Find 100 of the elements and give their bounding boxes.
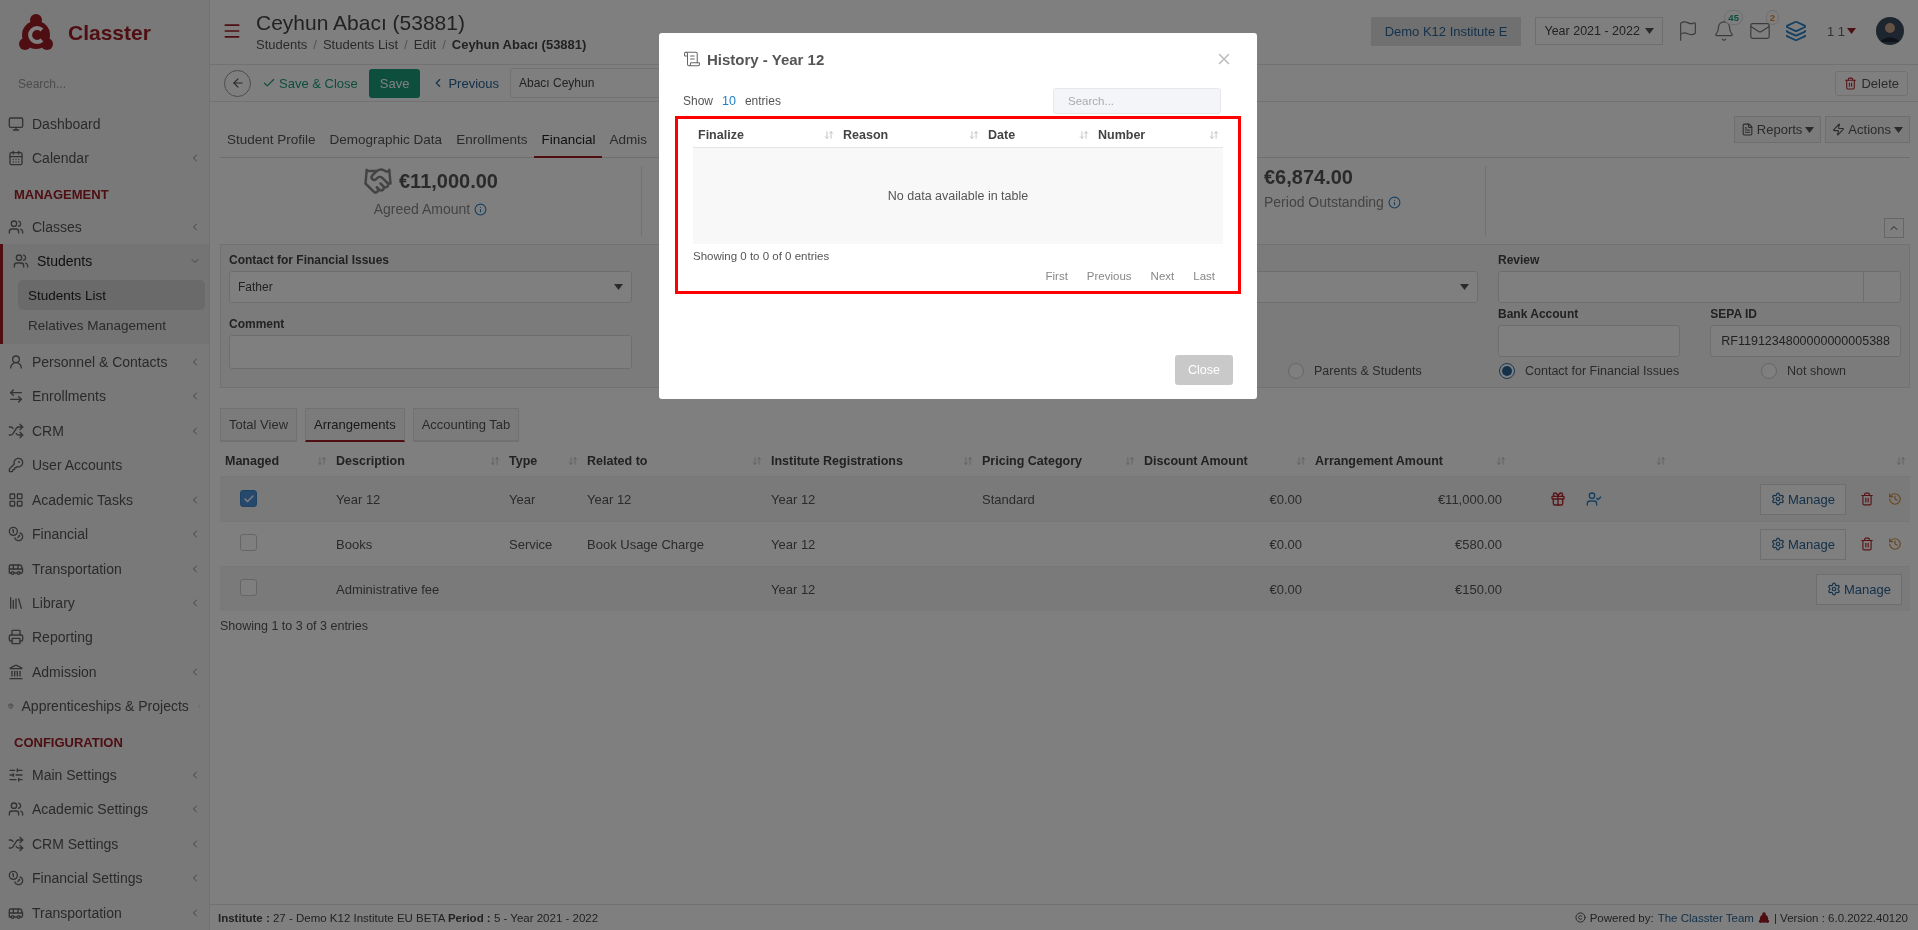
sidebar-subitem[interactable]: Relatives Management (18, 310, 205, 341)
info-icon[interactable] (474, 202, 488, 216)
column-header[interactable]: Date (988, 128, 1016, 142)
sidebar-item[interactable]: Financial (0, 516, 209, 552)
caret-icon (1847, 28, 1856, 34)
amount-value: €11,000.00 (399, 169, 498, 193)
column-header[interactable]: Description (336, 454, 405, 468)
history-icon[interactable] (1888, 492, 1902, 506)
column-header[interactable]: Managed (225, 454, 280, 468)
avatar[interactable] (1876, 17, 1904, 45)
column-header[interactable]: Discount Amount (1144, 454, 1248, 468)
column-header[interactable]: Pricing Category (982, 454, 1083, 468)
tab[interactable]: Student Profile (220, 124, 323, 158)
sidebar-item[interactable]: User Accounts (0, 447, 209, 483)
institute-button[interactable]: Demo K12 Institute E (1370, 16, 1522, 46)
shuffle-icon (8, 422, 24, 439)
layers-icon[interactable] (1784, 20, 1807, 42)
previous-button[interactable]: Previous (428, 75, 502, 91)
user-menu[interactable]: 1 1 (1820, 22, 1862, 40)
bell-icon[interactable] (1712, 20, 1735, 42)
page-size-select[interactable]: 10 (722, 94, 736, 108)
column-header[interactable]: Reason (843, 128, 889, 142)
sidebar-item[interactable]: Dashboard (0, 106, 209, 142)
checkbox[interactable] (240, 534, 257, 551)
menu-icon[interactable] (222, 21, 242, 41)
breadcrumb-item[interactable]: Students List (322, 36, 399, 52)
tab[interactable]: Enrollments (449, 124, 535, 158)
info-icon[interactable] (1387, 195, 1401, 209)
tab[interactable]: Admis (602, 124, 654, 158)
column-header[interactable]: Related to (587, 454, 648, 468)
sidebar-item[interactable]: Financial Settings (0, 861, 209, 896)
sidebar-item[interactable]: Academic Settings (0, 792, 209, 827)
checkbox[interactable] (240, 490, 257, 508)
delete-button[interactable]: Delete (1835, 70, 1908, 96)
breadcrumb-item[interactable]: Students (256, 36, 308, 52)
person-check-icon[interactable] (1586, 491, 1602, 507)
trash-icon[interactable] (1860, 492, 1874, 506)
radio-option[interactable]: Parents & Students (1288, 363, 1499, 379)
breadcrumb-item[interactable]: Edit (413, 36, 437, 52)
grid-icon (8, 491, 24, 508)
sidebar-subitem[interactable]: Students List (18, 280, 205, 311)
tab[interactable]: Arrangements (305, 408, 405, 442)
brand-name: Classter (68, 20, 151, 45)
sidebar-item[interactable]: Main Settings (0, 757, 209, 793)
manage-button[interactable]: Manage (1760, 483, 1846, 515)
sidebar-item[interactable]: Admission (0, 654, 209, 690)
gear-icon (1771, 492, 1785, 506)
column-header[interactable]: Number (1098, 128, 1146, 142)
breadcrumb-separator: / (404, 36, 408, 52)
column-header[interactable]: Type (509, 454, 538, 468)
sidebar-item[interactable]: Library (0, 585, 209, 621)
tab[interactable]: Total View (220, 408, 297, 442)
tab[interactable]: Financial (534, 124, 603, 158)
sidebar-item[interactable]: Classes (0, 209, 209, 244)
logo-icon (18, 12, 54, 53)
radio-button[interactable] (1499, 363, 1515, 379)
arrows-icon (8, 388, 24, 405)
sidebar-item[interactable]: Personnel & Contacts (0, 344, 209, 379)
gift-icon[interactable] (1550, 491, 1566, 507)
save-close-button[interactable]: Save & Close (259, 75, 361, 91)
sidebar-item[interactable]: Academic Tasks (0, 482, 209, 517)
collapse-button[interactable] (1884, 218, 1904, 238)
column-header[interactable]: Finalize (698, 128, 744, 142)
tab[interactable]: Accounting Tab (412, 408, 520, 442)
sepa-id-field[interactable]: RF1191234800000000005388 (1710, 325, 1901, 357)
back-button[interactable] (224, 69, 251, 97)
printer-icon (8, 629, 24, 646)
sidebar-item[interactable]: Reporting (0, 620, 209, 655)
reports-button[interactable]: Reports (1733, 116, 1822, 143)
sidebar-item[interactable]: Transportation (0, 895, 209, 930)
sidebar-item[interactable]: CRM (0, 413, 209, 448)
manage-button[interactable]: Manage (1760, 528, 1846, 560)
version-text: | Version : 6.0.2022.40120 (1773, 911, 1908, 924)
save-button[interactable]: Save (368, 68, 421, 98)
sort-icon (568, 456, 578, 466)
checkbox[interactable] (240, 579, 257, 596)
mail-icon[interactable] (1748, 20, 1771, 42)
trash-icon[interactable] (1860, 537, 1874, 551)
radio-option[interactable]: Not shown (1761, 363, 1901, 379)
table-cell-text: Year 12 (770, 536, 817, 552)
year-dropdown[interactable]: Year 2021 - 2022 (1535, 17, 1663, 45)
breadcrumb-item[interactable]: Ceyhun Abacı (53881) (451, 36, 587, 52)
radio-option[interactable]: Contact for Financial Issues (1499, 363, 1761, 379)
sidebar-item[interactable]: Students (0, 244, 209, 279)
column-header[interactable]: Arrangement Amount (1315, 454, 1443, 468)
search-field[interactable]: Search... (1053, 88, 1221, 114)
sidebar-item[interactable]: Calendar (0, 141, 209, 176)
sidebar-item[interactable]: Enrollments (0, 378, 209, 414)
column-header[interactable]: Institute Registrations (771, 454, 903, 468)
manage-button[interactable]: Manage (1816, 573, 1902, 605)
sidebar-item[interactable]: Apprenticeships & Projects (0, 689, 209, 724)
team-link[interactable]: The Classter Team (1657, 911, 1754, 924)
history-icon[interactable] (1888, 537, 1902, 551)
contact-select[interactable]: Father (229, 271, 632, 303)
sidebar-item[interactable]: CRM Settings (0, 826, 209, 861)
sidebar-item[interactable]: Transportation (0, 551, 209, 586)
table-cell-text: €0.00 (1268, 536, 1303, 552)
actions-button[interactable]: Actions (1825, 116, 1910, 143)
bank-icon (8, 663, 24, 680)
tab[interactable]: Demographic Data (322, 124, 450, 158)
